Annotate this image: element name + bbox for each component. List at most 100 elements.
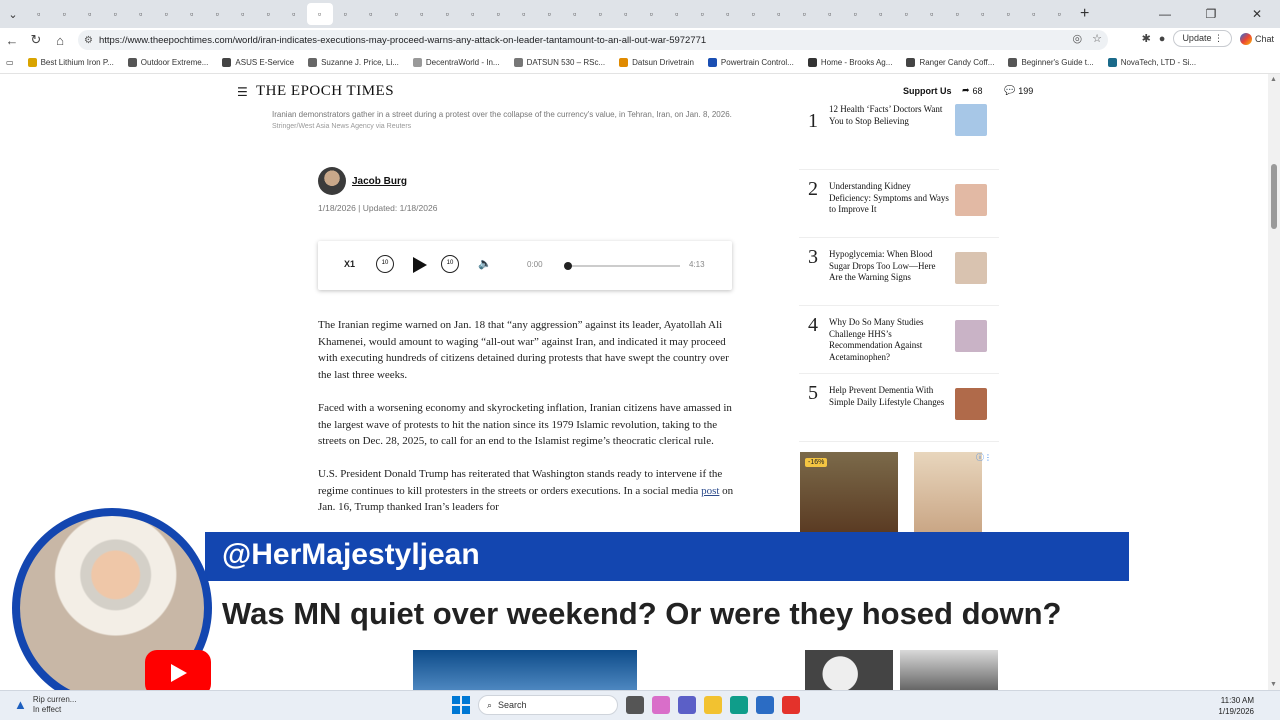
bookmark-item[interactable]: Ranger Candy Coff... xyxy=(906,58,994,67)
bookmark-item[interactable]: Powertrain Control... xyxy=(707,58,794,67)
post-link[interactable]: post xyxy=(701,485,719,497)
volume-icon[interactable]: 🔈 xyxy=(478,257,492,270)
browser-tab[interactable]: ▫ xyxy=(179,3,205,25)
browser-tab[interactable]: ▫ xyxy=(894,3,920,25)
browser-tab[interactable]: ▫ xyxy=(205,3,231,25)
site-info-icon[interactable]: ⚙ xyxy=(84,35,93,46)
profile-icon[interactable]: ● xyxy=(1159,33,1166,45)
apps-icon[interactable]: ▭ xyxy=(6,58,14,67)
edge-icon[interactable] xyxy=(730,696,748,714)
browser-tab[interactable]: ▫ xyxy=(945,3,971,25)
author-avatar[interactable] xyxy=(318,167,346,195)
bookmark-item[interactable]: NovaTech, LTD - Si... xyxy=(1107,58,1196,67)
back-icon[interactable]: ← xyxy=(0,33,24,48)
ad-image[interactable] xyxy=(914,452,982,534)
tab-list-chevron-icon[interactable]: ⌄ xyxy=(0,0,26,28)
file-explorer-icon[interactable] xyxy=(704,696,722,714)
comments-button[interactable]: 💬 199 xyxy=(1004,85,1033,96)
browser-tab[interactable]: ▫ xyxy=(409,3,435,25)
browser-tab[interactable]: ▫ xyxy=(537,3,563,25)
bookmark-item[interactable]: Datsun Drivetrain xyxy=(619,58,694,67)
ad-info-icon[interactable]: ⓘ⋮ xyxy=(976,452,992,463)
address-bar[interactable]: ⚙ https://www.theepochtimes.com/world/ir… xyxy=(78,30,1108,50)
browser-tab[interactable]: ▫ xyxy=(77,3,103,25)
youtube-app-icon[interactable] xyxy=(782,696,800,714)
reload-icon[interactable]: ↻ xyxy=(24,32,48,48)
browser-tab[interactable]: ▫ xyxy=(306,3,333,25)
update-button[interactable]: Update ⋮ xyxy=(1173,30,1232,47)
url-text[interactable]: https://www.theepochtimes.com/world/iran… xyxy=(99,35,706,46)
bookmark-item[interactable]: Suzanne J. Price, Li... xyxy=(308,58,399,67)
browser-tab[interactable]: ▫ xyxy=(1047,3,1073,25)
bookmark-item[interactable]: Best Lithium Iron P... xyxy=(27,58,114,67)
browser-tab[interactable]: ▫ xyxy=(230,3,256,25)
browser-tab[interactable]: ▫ xyxy=(868,3,894,25)
camera-ad-image[interactable] xyxy=(900,650,998,690)
boat-ad-image[interactable] xyxy=(413,650,637,690)
start-icon[interactable] xyxy=(452,696,470,714)
clock[interactable]: 11:30 AM 1/19/2026 xyxy=(1218,695,1254,717)
scroll-up-icon[interactable]: ▲ xyxy=(1270,76,1277,83)
play-icon[interactable] xyxy=(413,257,427,273)
support-us-link[interactable]: Support Us xyxy=(903,86,952,96)
browser-tab[interactable]: ▫ xyxy=(384,3,410,25)
copilot-icon[interactable] xyxy=(652,696,670,714)
close-icon[interactable]: ✕ xyxy=(1234,7,1280,21)
gauge-ad-image[interactable] xyxy=(805,650,893,690)
home-icon[interactable]: ⌂ xyxy=(48,33,72,48)
browser-tab[interactable]: ▫ xyxy=(919,3,945,25)
browser-tab[interactable]: ▫ xyxy=(817,3,843,25)
author-name-link[interactable]: Jacob Burg xyxy=(352,176,407,187)
forward-10-icon[interactable]: 10 xyxy=(441,255,459,273)
browser-tab[interactable]: ▫ xyxy=(792,3,818,25)
maximize-icon[interactable]: ❐ xyxy=(1188,7,1234,21)
browser-tab[interactable]: ▫ xyxy=(358,3,384,25)
browser-tab[interactable]: ▫ xyxy=(154,3,180,25)
browser-tab[interactable]: ▫ xyxy=(281,3,307,25)
browser-tab[interactable]: ▫ xyxy=(741,3,767,25)
weather-widget[interactable]: ▲ Rip curren... In effect xyxy=(14,695,76,715)
advertisement[interactable]: -16% ⓘ⋮ xyxy=(800,452,998,534)
popular-item[interactable]: 4 Why Do So Many Studies Challenge HHS’s … xyxy=(799,306,999,374)
popular-item[interactable]: 1 12 Health ‘Facts’ Doctors Want You to S… xyxy=(799,102,999,170)
bookmark-item[interactable]: DecentraWorld - In... xyxy=(412,58,500,67)
browser-tab[interactable]: ▫ xyxy=(26,3,52,25)
browser-tab[interactable]: ▫ xyxy=(1021,3,1047,25)
progress-track[interactable] xyxy=(568,265,680,267)
bookmark-star-icon[interactable]: ☆ xyxy=(1092,32,1102,45)
browser-tab[interactable]: ▫ xyxy=(511,3,537,25)
browser-tab[interactable]: ▫ xyxy=(996,3,1022,25)
browser-tab[interactable]: ▫ xyxy=(588,3,614,25)
progress-knob[interactable] xyxy=(564,262,572,270)
browser-tab[interactable]: ▫ xyxy=(103,3,129,25)
popular-title[interactable]: Understanding Kidney Deficiency: Symptom… xyxy=(829,181,949,216)
browser-tab[interactable]: ▫ xyxy=(639,3,665,25)
menu-icon[interactable]: ☰ xyxy=(237,85,248,99)
popular-item[interactable]: 3 Hypoglycemia: When Blood Sugar Drops To… xyxy=(799,238,999,306)
popular-thumbnail[interactable] xyxy=(955,388,987,420)
chat-button[interactable]: Chat xyxy=(1239,32,1274,45)
lens-icon[interactable]: ◎ xyxy=(1073,32,1083,45)
browser-tab[interactable]: ▫ xyxy=(435,3,461,25)
browser-tab[interactable]: ▫ xyxy=(843,3,869,25)
page-scrollbar[interactable]: ▲ ▼ xyxy=(1268,74,1280,690)
browser-tab[interactable]: ▫ xyxy=(562,3,588,25)
browser-tab[interactable]: ▫ xyxy=(256,3,282,25)
browser-tab[interactable]: ▫ xyxy=(664,3,690,25)
teams-icon[interactable] xyxy=(678,696,696,714)
browser-tab[interactable]: ▫ xyxy=(52,3,78,25)
browser-tab[interactable]: ▫ xyxy=(690,3,716,25)
bookmark-item[interactable]: ASUS E-Service xyxy=(222,58,294,67)
browser-tab[interactable]: ▫ xyxy=(715,3,741,25)
bookmark-item[interactable]: Home - Brooks Ag... xyxy=(807,58,892,67)
popular-title[interactable]: Why Do So Many Studies Challenge HHS’s R… xyxy=(829,317,949,363)
new-tab-button[interactable]: + xyxy=(1080,5,1089,23)
browser-tab[interactable]: ▫ xyxy=(766,3,792,25)
popular-title[interactable]: Hypoglycemia: When Blood Sugar Drops Too… xyxy=(829,249,949,284)
bookmark-item[interactable]: Beginner's Guide t... xyxy=(1008,58,1094,67)
popular-title[interactable]: Help Prevent Dementia With Simple Daily … xyxy=(829,385,949,408)
extensions-icon[interactable]: ✱ xyxy=(1142,32,1151,45)
share-button[interactable]: ➦ 68 xyxy=(962,85,983,96)
browser-tab[interactable]: ▫ xyxy=(970,3,996,25)
browser-tab[interactable]: ▫ xyxy=(128,3,154,25)
